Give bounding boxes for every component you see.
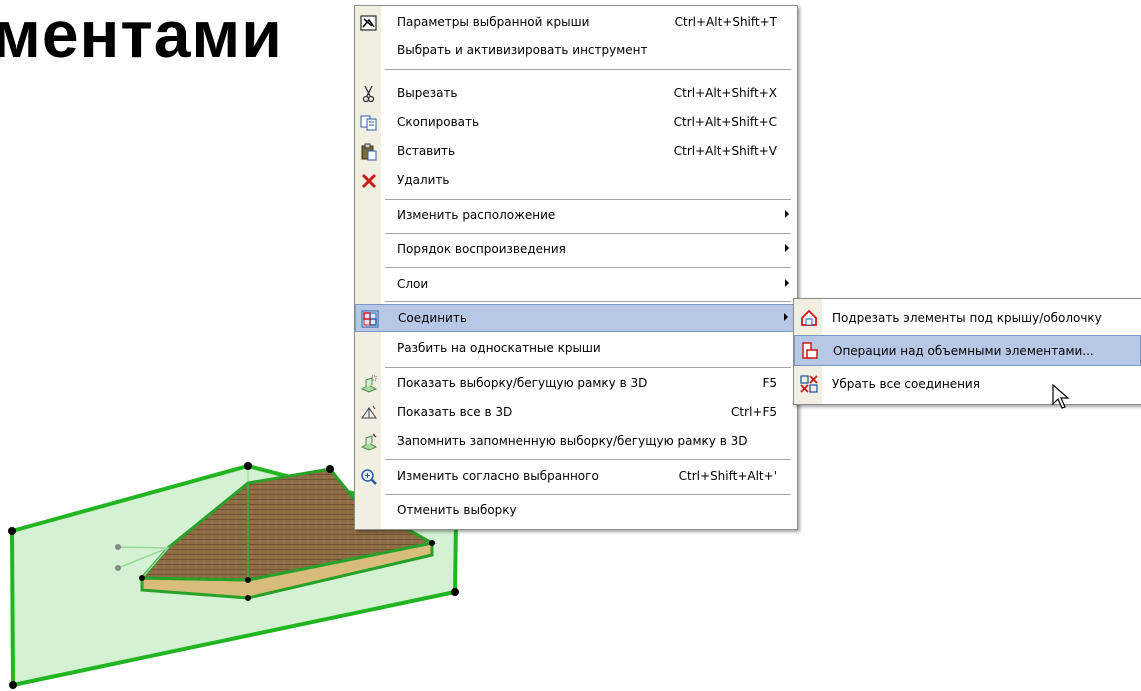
menu-separator — [385, 199, 791, 200]
menu-item-select-activate-tool[interactable]: Выбрать и активизировать инструмент — [355, 37, 797, 65]
menu-item-shortcut: F5 — [762, 376, 777, 390]
remember-selection-3d-icon — [360, 433, 378, 451]
menu-separator — [385, 69, 791, 70]
menu-separator — [385, 459, 791, 460]
menu-item-shortcut: Ctrl+Alt+Shift+C — [673, 115, 777, 129]
menu-item-delete[interactable]: Удалить — [355, 167, 797, 195]
show-selection-3d-icon — [360, 375, 378, 393]
menu-item-connect[interactable]: Соединить — [355, 304, 797, 332]
paste-icon — [361, 143, 377, 161]
submenu-arrow-icon — [785, 279, 789, 287]
menu-item-label: Удалить — [397, 173, 450, 187]
menu-item-fit-to-selection[interactable]: Изменить согласно выбранного Ctrl+Shift+… — [355, 463, 797, 491]
menu-item-deselect[interactable]: Отменить выборку — [355, 497, 797, 525]
menu-item-shortcut: Ctrl+Alt+Shift+X — [673, 86, 777, 100]
submenu-item-trim-to-roof[interactable]: Подрезать элементы под крышу/оболочку — [794, 303, 1141, 334]
menu-item-label: Изменить расположение — [397, 208, 556, 222]
menu-item-label: Запомнить запомненную выборку/бегущую ра… — [397, 434, 748, 448]
zoom-to-selection-icon — [361, 469, 377, 485]
menu-item-label: Параметры выбранной крыши — [397, 15, 590, 29]
menu-item-label: Вставить — [397, 144, 456, 158]
mouse-cursor-icon — [1052, 384, 1070, 409]
context-menu: Параметры выбранной крыши Ctrl+Alt+Shift… — [354, 5, 798, 530]
remove-connections-icon — [800, 375, 818, 393]
menu-item-label: Скопировать — [397, 115, 480, 129]
menu-item-cut[interactable]: Вырезать Ctrl+Alt+Shift+X — [355, 80, 797, 108]
menu-item-split-roofs[interactable]: Разбить на односкатные крыши — [355, 335, 797, 363]
menu-item-shortcut: Ctrl+Alt+Shift+V — [673, 144, 777, 158]
roof-settings-icon — [360, 15, 377, 31]
menu-item-remember-selection-3d[interactable]: Запомнить запомненную выборку/бегущую ра… — [355, 428, 797, 456]
menu-item-paste[interactable]: Вставить Ctrl+Alt+Shift+V — [355, 138, 797, 166]
solid-operations-icon — [802, 342, 818, 359]
menu-item-label: Показать выборку/бегущую рамку в 3D — [397, 376, 648, 390]
menu-item-show-all-3d[interactable]: Показать все в 3D Ctrl+F5 — [355, 399, 797, 427]
scissors-icon — [362, 85, 375, 103]
submenu-item-label: Убрать все соединения — [832, 377, 980, 391]
trim-to-roof-icon — [801, 309, 817, 326]
submenu-item-remove-connections[interactable]: Убрать все соединения — [794, 369, 1141, 400]
menu-item-label: Изменить согласно выбранного — [397, 469, 599, 483]
submenu-arrow-icon — [784, 313, 788, 321]
menu-separator — [385, 233, 791, 234]
submenu-item-label: Операции над объемными элементами... — [833, 344, 1094, 358]
menu-separator — [385, 301, 791, 302]
menu-item-show-selection-3d[interactable]: Показать выборку/бегущую рамку в 3D F5 — [355, 370, 797, 398]
menu-item-label: Порядок воспроизведения — [397, 242, 566, 256]
menu-item-label: Вырезать — [397, 86, 458, 100]
menu-separator — [385, 494, 791, 495]
menu-item-label: Выбрать и активизировать инструмент — [397, 43, 648, 57]
submenu-arrow-icon — [785, 244, 789, 252]
submenu-arrow-icon — [785, 210, 789, 218]
menu-item-roof-settings[interactable]: Параметры выбранной крыши Ctrl+Alt+Shift… — [355, 9, 797, 37]
menu-separator — [385, 267, 791, 268]
menu-item-label: Соединить — [398, 311, 467, 325]
connect-icon — [361, 310, 379, 328]
menu-item-change-placement[interactable]: Изменить расположение — [355, 202, 797, 230]
menu-item-label: Показать все в 3D — [397, 405, 513, 419]
menu-item-shortcut: Ctrl+Alt+Shift+T — [674, 15, 777, 29]
menu-item-copy[interactable]: Скопировать Ctrl+Alt+Shift+C — [355, 109, 797, 137]
menu-item-display-order[interactable]: Порядок воспроизведения — [355, 236, 797, 264]
copy-icon — [360, 115, 377, 131]
submenu-item-solid-operations[interactable]: Операции над объемными элементами... — [794, 335, 1141, 366]
connect-submenu: Подрезать элементы под крышу/оболочку Оп… — [793, 298, 1141, 405]
menu-item-shortcut: Ctrl+F5 — [731, 405, 777, 419]
menu-item-label: Слои — [397, 277, 429, 291]
menu-item-label: Разбить на односкатные крыши — [397, 341, 601, 355]
menu-item-label: Отменить выборку — [397, 503, 517, 517]
delete-icon — [361, 173, 377, 189]
submenu-item-label: Подрезать элементы под крышу/оболочку — [832, 311, 1102, 325]
menu-item-layers[interactable]: Слои — [355, 271, 797, 299]
show-all-3d-icon — [361, 405, 377, 419]
menu-separator — [385, 367, 791, 368]
menu-item-shortcut: Ctrl+Shift+Alt+' — [678, 469, 777, 483]
